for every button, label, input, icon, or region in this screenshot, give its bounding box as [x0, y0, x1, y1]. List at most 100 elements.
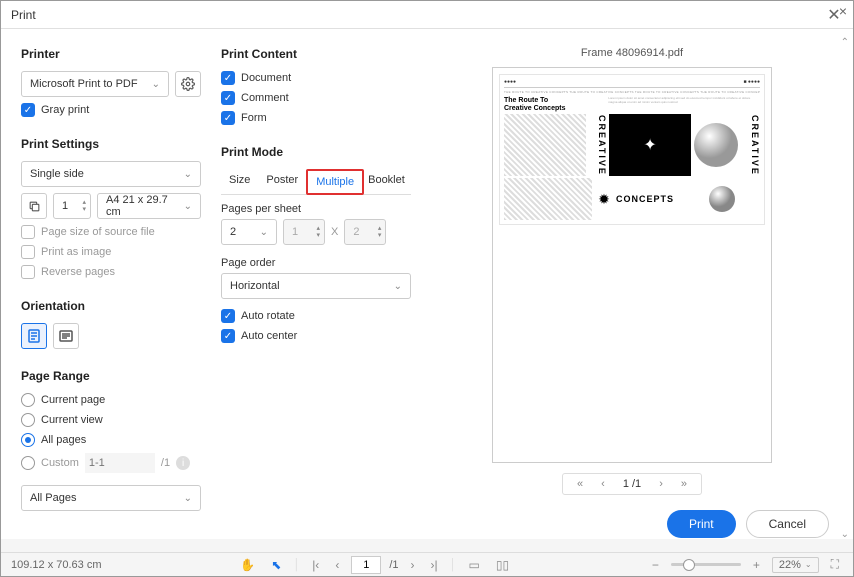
print-content-heading: Print Content	[221, 47, 411, 61]
window-close-icon[interactable]: ×	[839, 3, 847, 19]
tab-poster[interactable]: Poster	[258, 169, 306, 194]
scroll-up-icon[interactable]: ⌃	[841, 37, 849, 48]
nav-first-icon[interactable]: «	[577, 478, 583, 490]
chevron-down-icon: ⌄	[394, 281, 402, 292]
side-select[interactable]: Single side ⌄	[21, 161, 201, 187]
thumb-title-2: Creative Concepts	[504, 105, 605, 113]
thumb-concepts: CONCEPTS	[616, 178, 704, 220]
copies-value: 1	[62, 200, 68, 212]
custom-total-label: /1	[161, 457, 170, 469]
print-button[interactable]: Print	[667, 510, 736, 538]
preview-page: ●●●●■ ●●●● THE ROUTE TO CREATIVE CONCEPT…	[492, 67, 772, 463]
spinner-arrows-icon: ▴▾	[378, 225, 382, 239]
sb-last-icon[interactable]: ›|	[427, 558, 442, 572]
copies-spinner[interactable]: 1 ▴▾	[53, 193, 91, 219]
form-label: Form	[241, 112, 267, 124]
form-checkbox[interactable]: ✓	[221, 111, 235, 125]
zoom-select[interactable]: 22%⌄	[772, 557, 819, 573]
comment-checkbox[interactable]: ✓	[221, 91, 235, 105]
sb-two-page-icon[interactable]: ▯▯	[492, 558, 513, 572]
pages-per-sheet-select[interactable]: 2 ⌄	[221, 219, 277, 245]
chevron-down-icon: ⌄	[184, 169, 192, 180]
chevron-down-icon: ⌄	[152, 79, 160, 90]
orientation-landscape-button[interactable]	[53, 323, 79, 349]
pps-x-label: X	[331, 226, 338, 238]
paper-select[interactable]: A4 21 x 29.7 cm ⌄	[97, 193, 201, 219]
document-checkbox[interactable]: ✓	[221, 71, 235, 85]
auto-rotate-checkbox[interactable]: ✓	[221, 309, 235, 323]
dialog-titlebar: Print ✕	[1, 1, 853, 29]
sb-single-page-icon[interactable]: ▭	[465, 558, 484, 572]
spinner-arrows-icon[interactable]: ▴▾	[82, 199, 86, 213]
select-tool-icon[interactable]: ⬉	[267, 558, 285, 572]
pages-per-sheet-label: Pages per sheet	[221, 203, 411, 215]
preview-thumbnail: ●●●●■ ●●●● THE ROUTE TO CREATIVE CONCEPT…	[499, 74, 765, 225]
gray-print-label: Gray print	[41, 104, 89, 116]
tab-size[interactable]: Size	[221, 169, 258, 194]
auto-rotate-label: Auto rotate	[241, 310, 295, 322]
nav-page-current: 1	[623, 478, 629, 490]
spinner-arrows-icon: ▴▾	[316, 225, 320, 239]
pps-height-spinner: 2 ▴▾	[344, 219, 386, 245]
page-order-select[interactable]: Horizontal ⌄	[221, 273, 411, 299]
nav-prev-icon[interactable]: ‹	[601, 478, 605, 490]
nav-next-icon[interactable]: ›	[659, 478, 663, 490]
fullscreen-icon[interactable]: ⛶	[827, 557, 843, 572]
page-size-source-checkbox[interactable]	[21, 225, 35, 239]
pps-value: 2	[230, 226, 236, 238]
side-select-value: Single side	[30, 168, 84, 180]
gray-print-checkbox[interactable]: ✓	[21, 103, 35, 117]
sb-page-input[interactable]	[351, 556, 381, 574]
pps-width-spinner: 1 ▴▾	[283, 219, 325, 245]
current-view-radio[interactable]	[21, 413, 35, 427]
status-dimensions: 109.12 x 70.63 cm	[11, 559, 102, 571]
auto-center-label: Auto center	[241, 330, 297, 342]
burst-icon: ✹	[594, 178, 614, 220]
page-range-heading: Page Range	[21, 369, 201, 383]
all-pages-radio[interactable]	[21, 433, 35, 447]
cancel-button[interactable]: Cancel	[746, 510, 829, 538]
tab-multiple[interactable]: Multiple	[306, 169, 364, 195]
custom-radio[interactable]	[21, 456, 35, 470]
custom-label: Custom	[41, 457, 79, 469]
reverse-pages-checkbox[interactable]	[21, 265, 35, 279]
zoom-in-icon[interactable]: +	[749, 558, 764, 572]
sb-page-total: /1	[389, 559, 398, 571]
all-pages-label: All pages	[41, 434, 86, 446]
zoom-value: 22%	[779, 559, 801, 571]
print-as-image-label: Print as image	[41, 246, 111, 258]
zoom-out-icon[interactable]: −	[648, 558, 663, 572]
auto-center-checkbox[interactable]: ✓	[221, 329, 235, 343]
pps-height-value: 2	[353, 226, 359, 238]
zoom-slider[interactable]	[671, 563, 741, 566]
chevron-down-icon: ⌄	[260, 227, 268, 238]
sb-prev-icon[interactable]: ‹	[331, 558, 343, 572]
page-size-source-label: Page size of source file	[41, 226, 155, 238]
thumb-creative-1: CREATIVE	[588, 114, 607, 176]
nav-last-icon[interactable]: »	[681, 478, 687, 490]
orientation-portrait-button[interactable]	[21, 323, 47, 349]
star-icon: ✦	[643, 135, 656, 155]
current-page-radio[interactable]	[21, 393, 35, 407]
preview-filename: Frame 48096914.pdf	[581, 47, 683, 59]
tab-booklet[interactable]: Booklet	[364, 169, 409, 194]
all-pages-select[interactable]: All Pages ⌄	[21, 485, 201, 511]
document-label: Document	[241, 72, 291, 84]
scroll-down-icon[interactable]: ⌄	[841, 529, 849, 540]
printer-select[interactable]: Microsoft Print to PDF ⌄	[21, 71, 169, 97]
reverse-pages-label: Reverse pages	[41, 266, 115, 278]
current-view-label: Current view	[41, 414, 103, 426]
printer-select-value: Microsoft Print to PDF	[30, 78, 138, 90]
sb-first-icon[interactable]: |‹	[308, 558, 323, 572]
sb-next-icon[interactable]: ›	[407, 558, 419, 572]
copies-icon	[21, 193, 47, 219]
page-order-label: Page order	[221, 257, 411, 269]
printer-options-button[interactable]	[175, 71, 201, 97]
custom-range-input[interactable]	[85, 453, 155, 473]
print-as-image-checkbox[interactable]	[21, 245, 35, 259]
status-bar: 109.12 x 70.63 cm ✋ ⬉ │ |‹ ‹ /1 › ›| │ ▭…	[1, 552, 853, 576]
thumb-title-1: The Route To	[504, 97, 605, 105]
info-icon[interactable]: i	[176, 456, 190, 470]
hand-tool-icon[interactable]: ✋	[236, 558, 259, 572]
print-mode-tabs: Size Poster Multiple Booklet	[221, 169, 411, 195]
